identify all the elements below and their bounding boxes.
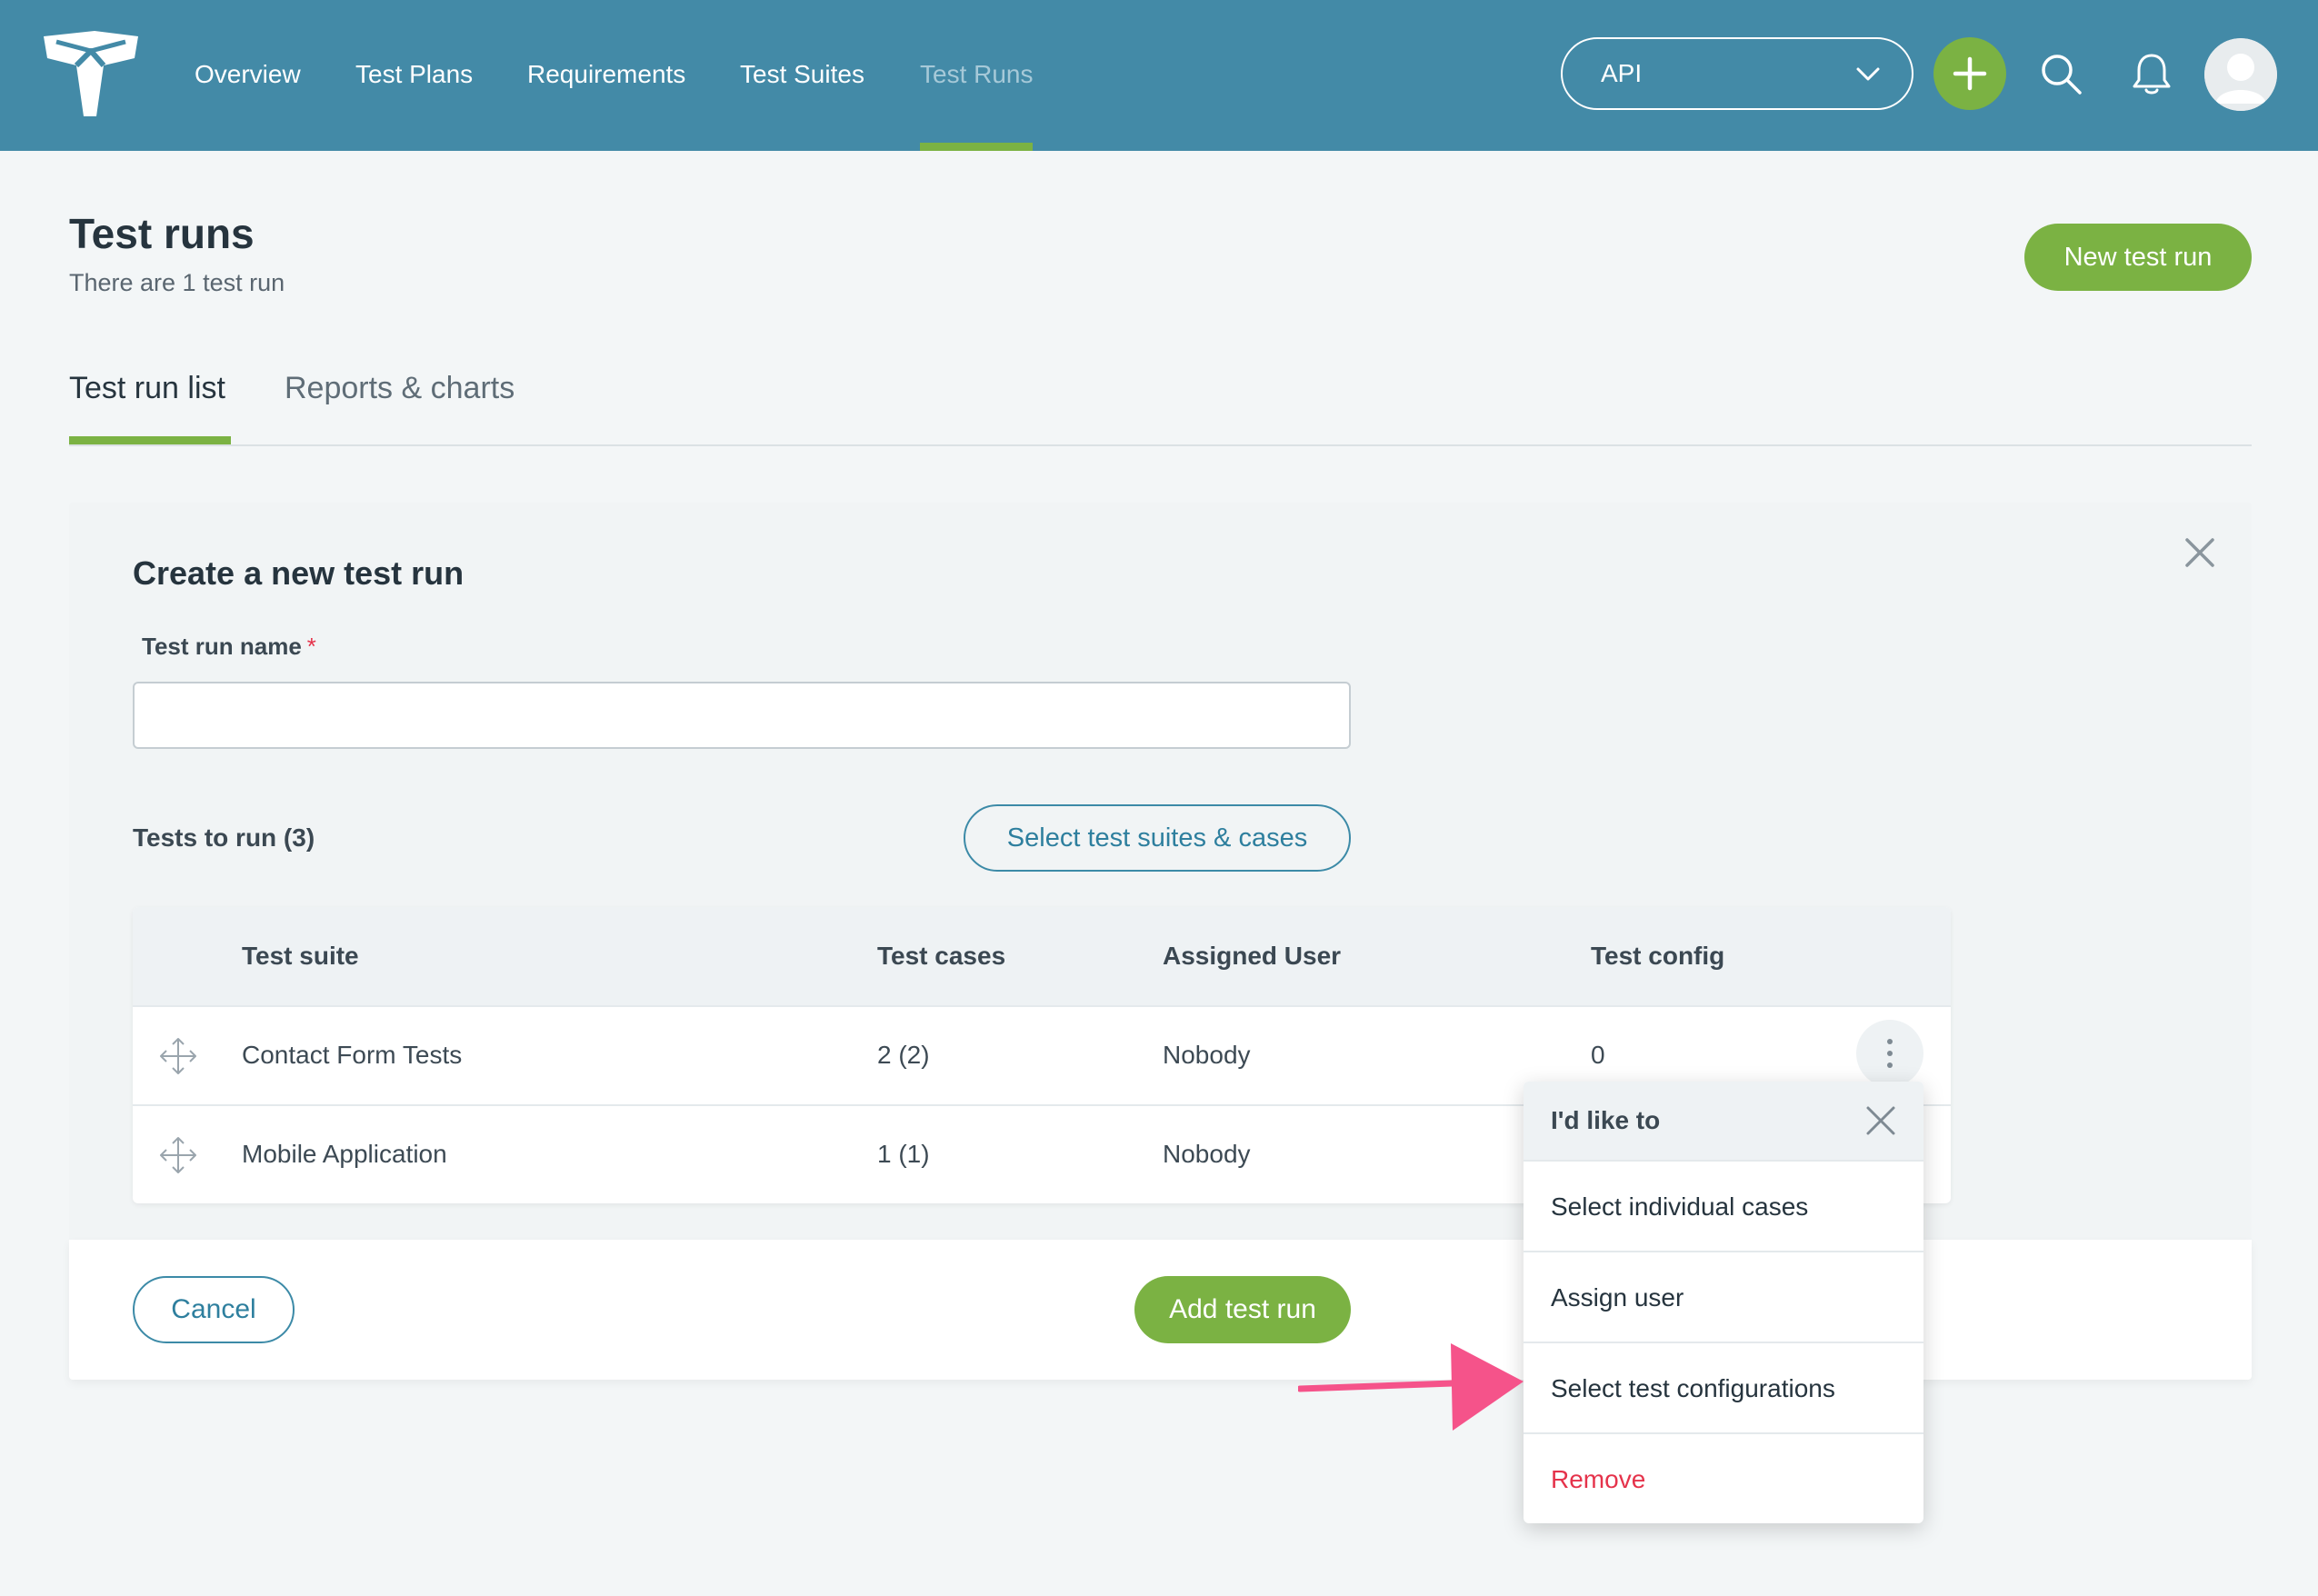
menu-title: I'd like to — [1551, 1106, 1661, 1134]
project-select-value: API — [1601, 59, 1643, 87]
menu-item-select-test-configurations[interactable]: Select test configurations — [1524, 1342, 1923, 1432]
new-test-run-button[interactable]: New test run — [2024, 224, 2252, 291]
column-header-test-suite: Test suite — [242, 942, 359, 970]
chevron-down-icon — [1856, 67, 1880, 81]
drag-handle-icon[interactable] — [158, 1036, 198, 1076]
page-title: Test runs — [69, 210, 255, 257]
plus-icon — [1953, 56, 1987, 91]
table-header: Test suite Test cases Assigned User Test… — [133, 907, 1951, 1005]
project-select[interactable]: API — [1561, 37, 1913, 110]
column-header-test-config: Test config — [1591, 942, 1725, 970]
nav-test-runs[interactable]: Test Runs — [920, 0, 1034, 151]
nav-test-suites[interactable]: Test Suites — [740, 0, 864, 151]
tab-reports-charts[interactable]: Reports & charts — [285, 371, 515, 406]
menu-item-remove[interactable]: Remove — [1524, 1432, 1923, 1523]
menu-close-icon[interactable] — [1865, 1105, 1896, 1136]
menu-header: I'd like to — [1524, 1082, 1923, 1160]
add-test-run-button[interactable]: Add test run — [1134, 1276, 1351, 1343]
tests-to-run-label: Tests to run (3) — [133, 823, 315, 852]
column-header-assigned-user: Assigned User — [1163, 942, 1342, 970]
app-logo-icon[interactable] — [40, 29, 142, 118]
close-icon[interactable] — [2183, 536, 2216, 569]
top-navigation-bar: Overview Test Plans Requirements Test Su… — [0, 0, 2318, 151]
row-test-suite: Contact Form Tests — [242, 1041, 463, 1069]
cancel-button[interactable]: Cancel — [133, 1276, 295, 1343]
row-test-cases: 1 (1) — [877, 1140, 930, 1168]
search-icon[interactable] — [2038, 51, 2083, 96]
nav-active-indicator — [920, 143, 1033, 151]
row-assigned-user: Nobody — [1163, 1041, 1251, 1069]
tab-test-run-list[interactable]: Test run list — [69, 371, 225, 406]
tabs-divider — [69, 444, 2252, 446]
menu-item-assign-user[interactable]: Assign user — [1524, 1251, 1923, 1342]
user-avatar-icon — [2204, 38, 2277, 111]
nav-overview[interactable]: Overview — [195, 0, 301, 151]
create-panel-title: Create a new test run — [133, 554, 465, 592]
row-actions-menu: I'd like to Select individual cases Assi… — [1524, 1082, 1923, 1523]
page-subtitle: There are 1 test run — [69, 269, 285, 296]
annotation-arrow-icon — [1298, 1343, 1524, 1431]
required-mark: * — [306, 633, 316, 660]
user-avatar[interactable] — [2204, 38, 2277, 111]
tab-active-indicator — [69, 436, 231, 444]
test-run-name-label: Test run name * — [142, 633, 316, 661]
select-suites-cases-button[interactable]: Select test suites & cases — [964, 804, 1351, 872]
bell-icon[interactable] — [2129, 51, 2174, 96]
column-header-test-cases: Test cases — [877, 942, 1006, 970]
test-run-name-label-text: Test run name — [142, 633, 302, 660]
drag-handle-icon[interactable] — [158, 1135, 198, 1175]
more-vertical-icon — [1887, 1039, 1893, 1068]
row-assigned-user: Nobody — [1163, 1140, 1251, 1168]
row-actions-button[interactable] — [1856, 1020, 1923, 1087]
menu-item-select-individual-cases[interactable]: Select individual cases — [1524, 1160, 1923, 1251]
row-test-suite: Mobile Application — [242, 1140, 447, 1168]
nav-test-plans[interactable]: Test Plans — [355, 0, 473, 151]
row-test-cases: 2 (2) — [877, 1041, 930, 1069]
quick-add-button[interactable] — [1933, 37, 2006, 110]
test-run-name-input[interactable] — [133, 682, 1351, 749]
nav-requirements[interactable]: Requirements — [527, 0, 685, 151]
